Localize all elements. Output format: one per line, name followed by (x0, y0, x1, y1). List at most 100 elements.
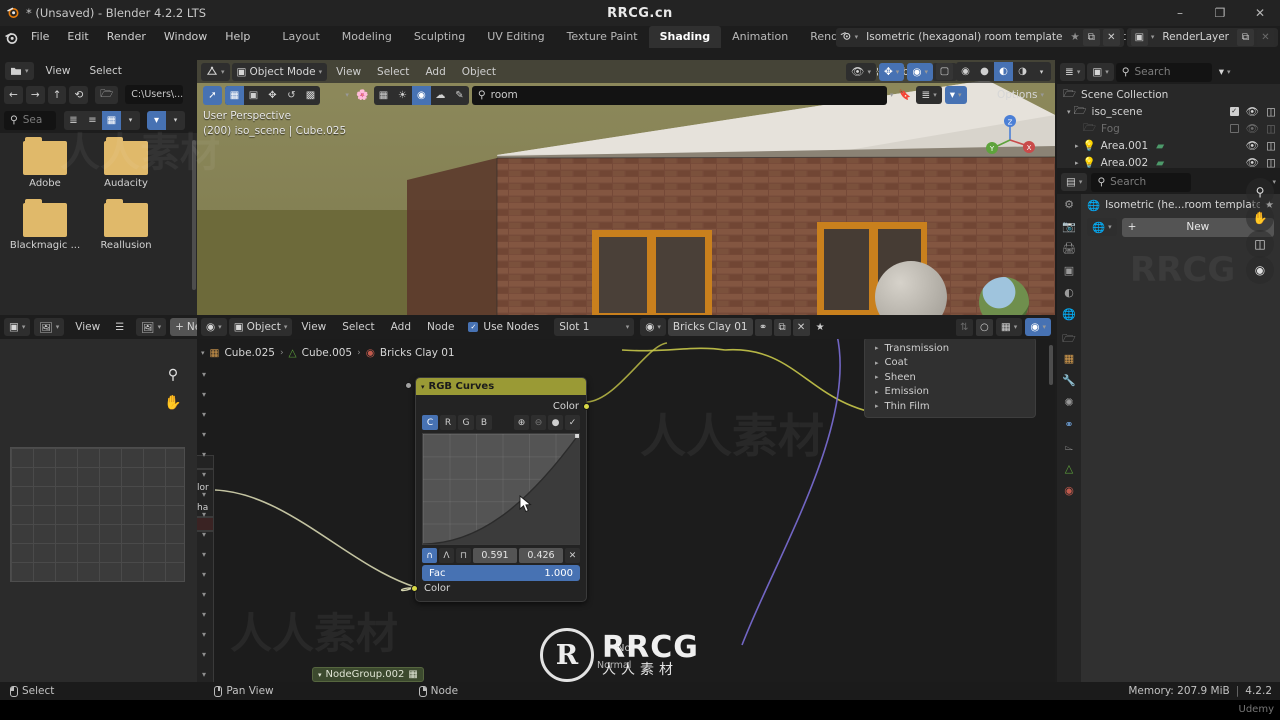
zoom-icon[interactable]: ⚲ (161, 363, 185, 387)
chevron-down-icon[interactable]: ▾ (202, 470, 206, 479)
blender-menu-icon[interactable] (0, 26, 22, 48)
viewport-menu-add[interactable]: Add (418, 66, 452, 78)
use-nodes-checkbox[interactable]: ✓ Use Nodes (463, 318, 544, 336)
handle-vector-icon[interactable]: Λ (439, 548, 454, 563)
node-editor-type-button[interactable]: ◉ ▾ (201, 318, 227, 336)
panel-row-sheen[interactable]: ▸ Sheen (865, 370, 1035, 385)
pin-icon[interactable]: ★ (1070, 31, 1079, 43)
world-filter-icon[interactable]: ☁ (431, 86, 450, 105)
panel-row-emission[interactable]: ▸ Emission (865, 385, 1035, 400)
expand-triangle-icon[interactable]: ▸ (1075, 159, 1079, 167)
select-circle-icon[interactable]: ▣ (244, 86, 263, 105)
zoom-out-icon[interactable]: ⊖ (531, 415, 546, 430)
menu-icon[interactable]: ☰ (111, 319, 128, 336)
chevron-right-icon[interactable]: ▸ (875, 388, 879, 396)
chevron-down-icon[interactable]: ▾ (421, 383, 425, 391)
dot-icon[interactable]: ● (548, 415, 563, 430)
panel-row-thin-film[interactable]: ▸ Thin Film (865, 399, 1035, 414)
chevron-down-icon[interactable]: ▾ (202, 490, 206, 499)
visibility-button[interactable]: 👁 ▾ (846, 62, 876, 81)
eye-icon[interactable]: 👁 (1246, 156, 1259, 169)
menu-render[interactable]: Render (98, 26, 155, 48)
chevron-down-icon[interactable]: ▾ (202, 410, 206, 419)
node-menu-view[interactable]: View (294, 321, 333, 333)
rotate-icon[interactable]: ↺ (282, 86, 301, 105)
slot-selector[interactable]: Slot 1 ▾ (554, 318, 635, 336)
chevron-down-icon[interactable]: ▾ (318, 671, 322, 679)
eye-icon[interactable]: 👁 (1246, 105, 1259, 118)
sort-button[interactable]: ≣ ▾ (916, 86, 942, 104)
curve-point-y[interactable]: 0.426 (519, 548, 563, 563)
refresh-icon[interactable]: ⟲ (69, 85, 89, 104)
show-overlays-button[interactable]: ◉ ▾ (907, 62, 933, 81)
chevron-down-icon[interactable]: ▾ (202, 550, 206, 559)
chevron-down-icon[interactable]: ▾ (202, 570, 206, 579)
new-folder-icon[interactable]: 🗁 (95, 85, 119, 104)
properties-tab-object[interactable]: ▦ (1064, 352, 1074, 367)
socket-dot-fac-in[interactable] (405, 382, 412, 389)
arrow-up-icon[interactable]: ↑ (47, 85, 67, 104)
tab-shading[interactable]: Shading (648, 26, 722, 48)
shader-type-selector[interactable]: ▣ Object ▾ (228, 318, 293, 336)
eye-icon[interactable]: 👁 (1246, 139, 1259, 152)
world-hdri-icon[interactable]: ◉ (1246, 256, 1274, 284)
image-editor-type-button[interactable]: ▣ ▾ (4, 318, 31, 336)
object-mode-selector[interactable]: ▣ Object Mode ▾ (231, 62, 328, 81)
light-data-icon[interactable]: ▰ (1156, 140, 1164, 152)
properties-tab-view-layer[interactable]: ▣ (1064, 264, 1074, 279)
file-item[interactable]: Blackmagic ... (9, 199, 81, 251)
delete-view-layer-button[interactable]: ✕ (1257, 28, 1274, 46)
pan-hand-icon[interactable]: ✋ (1246, 204, 1274, 232)
socket-dot-color-in[interactable] (411, 585, 418, 592)
menu-file[interactable]: File (22, 26, 58, 48)
node-editor-scrollbar[interactable] (1049, 345, 1053, 385)
properties-editor-type-button[interactable]: ▤ ▾ (1061, 173, 1088, 191)
camera-icon[interactable]: ◫ (1266, 140, 1276, 152)
light-data-icon[interactable]: ▰ (1156, 157, 1164, 169)
properties-tab-collection[interactable]: 🗁 (1062, 330, 1076, 345)
curve-channel-b[interactable]: B (476, 415, 492, 430)
bookmark-icon[interactable]: 🔖 (896, 87, 913, 104)
file-menu-view[interactable]: View (39, 65, 78, 77)
chevron-right-icon[interactable]: ▸ (875, 402, 879, 410)
properties-tab-data[interactable]: △ (1065, 462, 1073, 477)
node-principled-bsdf-panels[interactable]: ▸ Transmission ▸ Coat ▸ Sheen ▸ Emission… (864, 337, 1036, 418)
pin-icon[interactable]: ★ (812, 319, 829, 336)
arrow-left-icon[interactable]: ← (4, 85, 23, 104)
material-filter-icon[interactable]: 🌸 (354, 87, 371, 104)
chevron-down-icon[interactable]: ▾ (202, 630, 206, 639)
file-browser-editor-type-button[interactable]: ▾ (5, 62, 34, 80)
panel-row-coat[interactable]: ▸ Coat (865, 356, 1035, 371)
curve-channel-r[interactable]: R (440, 415, 456, 430)
viewport-search-input[interactable]: ⚲ room (471, 85, 887, 105)
image-menu-view[interactable]: View (68, 321, 107, 333)
chevron-right-icon[interactable]: ▸ (875, 344, 879, 352)
properties-search-input[interactable]: ⚲ Search (1091, 172, 1192, 192)
file-path-field[interactable]: C:\Users\... (125, 85, 184, 104)
xray-icon[interactable]: ▢ (936, 63, 953, 80)
node-menu-select[interactable]: Select (335, 321, 381, 333)
viewport-editor-type-button[interactable]: ▾ (201, 62, 230, 81)
checkbox-icon[interactable] (1229, 124, 1239, 133)
node-output-color[interactable]: Color (416, 398, 590, 414)
proportional-edit-icon[interactable]: ○ (975, 318, 993, 336)
file-item[interactable]: Reallusion (90, 199, 162, 251)
file-menu-select[interactable]: Select (82, 65, 128, 77)
wireframe-icon[interactable]: ◉ (956, 62, 975, 81)
menu-edit[interactable]: Edit (58, 26, 97, 48)
properties-tab-constraint[interactable]: ⌳ (1065, 440, 1074, 455)
scale-icon[interactable]: ▩ (301, 86, 320, 105)
tab-modeling[interactable]: Modeling (331, 26, 403, 48)
move-icon[interactable]: ✥ (263, 86, 282, 105)
menu-window[interactable]: Window (155, 26, 216, 48)
chevron-down-icon[interactable]: ▾ (1032, 62, 1051, 81)
snap-icon[interactable]: ⇅ (955, 318, 973, 336)
properties-tab-render[interactable]: 📷 (1062, 220, 1076, 235)
viewport-menu-select[interactable]: Select (370, 66, 416, 78)
chevron-down-icon[interactable]: ▾ (202, 450, 206, 459)
node-group-002[interactable]: ▾ NodeGroup.002 ▦ (312, 667, 424, 682)
browse-image-icon[interactable]: 🖼 ▾ (136, 318, 167, 336)
chevron-down-icon[interactable]: ▾ (202, 390, 206, 399)
chevron-down-icon[interactable]: ▾ (201, 349, 205, 357)
rendered-icon[interactable]: ◑ (1013, 62, 1032, 81)
